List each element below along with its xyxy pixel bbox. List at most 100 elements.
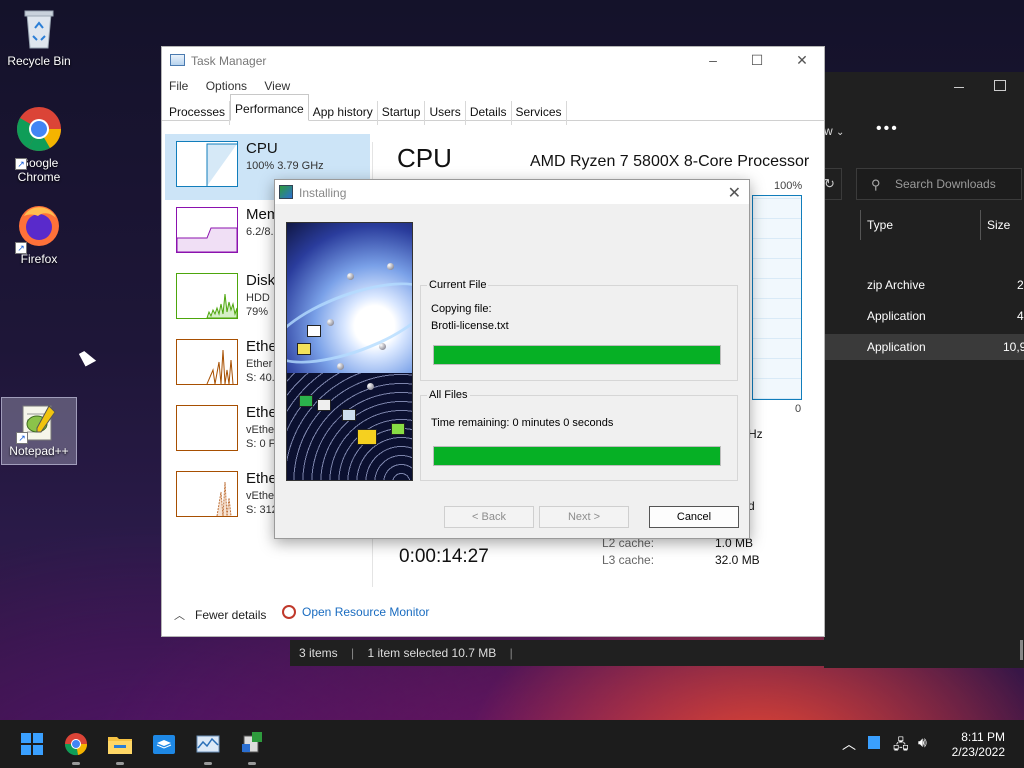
taskbar-installer[interactable] bbox=[236, 728, 268, 765]
maximize-icon[interactable] bbox=[994, 80, 1006, 91]
desktop-icon-notepadpp[interactable]: ↗ Notepad++ bbox=[1, 397, 77, 465]
copying-label: Copying file: bbox=[431, 303, 492, 315]
menu-file[interactable]: File bbox=[169, 79, 188, 93]
tab-processes[interactable]: Processes bbox=[165, 101, 231, 125]
all-files-progress-fill bbox=[434, 447, 720, 465]
open-resource-monitor-link[interactable]: Open Resource Monitor bbox=[282, 605, 429, 619]
sidebar-detail: vEthe bbox=[246, 424, 275, 436]
close-icon[interactable]: ✕ bbox=[728, 183, 741, 203]
clock[interactable]: 8:11 PM 2/23/2022 bbox=[952, 730, 1005, 760]
taskbar-chrome[interactable] bbox=[60, 728, 92, 765]
column-header-type[interactable]: Type bbox=[860, 210, 978, 240]
page-title: CPU bbox=[397, 143, 452, 173]
menu-options[interactable]: Options bbox=[206, 79, 247, 93]
start-button[interactable] bbox=[16, 728, 48, 760]
network-icon[interactable]: 🖧 bbox=[893, 734, 909, 758]
column-header-size[interactable]: Size bbox=[980, 210, 1024, 240]
windows-start-icon bbox=[21, 733, 43, 755]
sidebar-name: Ethe bbox=[246, 470, 277, 487]
file-explorer-window: w ⌄ ••• bbox=[824, 72, 1024, 668]
next-button[interactable]: Next > bbox=[539, 506, 629, 528]
more-options-button[interactable]: ••• bbox=[876, 120, 899, 138]
desktop-icon-label: Google Chrome bbox=[17, 156, 61, 184]
tab-performance[interactable]: Performance bbox=[230, 94, 309, 121]
uptime-value: 0:00:14:27 bbox=[399, 546, 489, 567]
running-indicator bbox=[116, 762, 124, 765]
running-indicator bbox=[248, 762, 256, 765]
file-row-size: 4 bbox=[1017, 309, 1024, 323]
current-file-progress-fill bbox=[434, 346, 720, 364]
desktop-icon-label: Recycle Bin bbox=[7, 54, 71, 68]
all-files-legend: All Files bbox=[429, 389, 468, 401]
minimize-button[interactable]: – bbox=[698, 52, 728, 70]
file-row-type[interactable]: Application bbox=[867, 340, 926, 354]
tab-app-history[interactable]: App history bbox=[309, 101, 378, 125]
cpu-model: AMD Ryzen 7 5800X 8-Core Processor bbox=[530, 153, 810, 170]
graph-min-label: 0 bbox=[795, 403, 802, 415]
folder-icon bbox=[108, 737, 132, 754]
chevron-up-icon: ︿ bbox=[174, 610, 185, 622]
task-manager-icon bbox=[170, 54, 185, 66]
sidebar-name: Disk bbox=[246, 272, 276, 289]
chrome-icon bbox=[64, 733, 88, 756]
view-menu[interactable]: w ⌄ bbox=[824, 124, 844, 138]
status-item-count: 3 items bbox=[299, 646, 338, 660]
close-button[interactable]: ✕ bbox=[787, 52, 817, 70]
taskbar-store[interactable] bbox=[148, 728, 180, 760]
open-resource-monitor-label: Open Resource Monitor bbox=[302, 605, 430, 619]
taskbar-file-explorer[interactable] bbox=[104, 728, 136, 765]
file-row-type[interactable]: Application bbox=[867, 309, 926, 323]
desktop-icon-recycle-bin[interactable]: Recycle Bin bbox=[1, 6, 77, 76]
desktop-icon-label: Firefox bbox=[20, 252, 58, 266]
search-placeholder: Search Downloads bbox=[895, 177, 996, 191]
installer-artwork bbox=[286, 222, 413, 481]
tray-app-icon[interactable] bbox=[868, 736, 880, 749]
installing-dialog: Installing ✕ Current File Copying file: … bbox=[274, 179, 750, 539]
menu-view[interactable]: View bbox=[264, 79, 290, 93]
minimize-icon[interactable] bbox=[954, 87, 964, 88]
search-icon: ⚲ bbox=[871, 177, 881, 192]
window-title: Task Manager bbox=[191, 54, 267, 68]
file-row-size: 2 bbox=[1017, 278, 1024, 292]
title-bar[interactable]: Task Manager – ☐ ✕ bbox=[162, 47, 824, 75]
dialog-title: Installing bbox=[299, 186, 347, 200]
explorer-status-bar: 3 items | 1 item selected 10.7 MB | bbox=[290, 640, 1024, 666]
refresh-button[interactable]: ↻ bbox=[824, 168, 842, 200]
fewer-details-button[interactable]: ︿ Fewer details bbox=[174, 607, 266, 623]
tab-details[interactable]: Details bbox=[466, 101, 512, 125]
running-indicator bbox=[72, 762, 80, 765]
volume-icon[interactable]: 🔊︎ bbox=[918, 734, 927, 751]
sidebar-detail: 100% 3.79 GHz bbox=[246, 160, 324, 172]
status-selection: 1 item selected 10.7 MB bbox=[367, 646, 497, 660]
speed-value-partial: Hz bbox=[748, 427, 763, 441]
search-input[interactable]: ⚲ Search Downloads bbox=[856, 168, 1022, 200]
tab-services[interactable]: Services bbox=[512, 101, 567, 125]
installer-icon bbox=[279, 185, 293, 199]
show-hidden-icons-chevron-up-icon[interactable]: ︿ bbox=[842, 734, 856, 754]
desktop-icon-firefox[interactable]: ↗ Firefox bbox=[1, 202, 77, 268]
disk-thumbnail-graph bbox=[176, 273, 238, 319]
time-remaining: Time remaining: 0 minutes 0 seconds bbox=[431, 417, 614, 429]
store-icon bbox=[153, 735, 175, 754]
sidebar-name: CPU bbox=[246, 140, 278, 157]
all-files-group: All Files Time remaining: 0 minutes 0 se… bbox=[420, 389, 738, 481]
dialog-title-bar[interactable]: Installing ✕ bbox=[275, 180, 749, 204]
installer-icon bbox=[242, 732, 262, 753]
recycle-bin-icon bbox=[24, 10, 54, 49]
file-row-size: 10,9 bbox=[1003, 340, 1024, 354]
tab-startup[interactable]: Startup bbox=[378, 101, 426, 125]
sidebar-name: Ethe bbox=[246, 404, 277, 421]
memory-thumbnail-graph bbox=[176, 207, 238, 253]
clock-time: 8:11 PM bbox=[961, 730, 1005, 744]
sidebar-detail: S: 0 F bbox=[246, 438, 276, 450]
maximize-button[interactable]: ☐ bbox=[742, 52, 772, 70]
current-file-progress-bar bbox=[433, 345, 721, 365]
file-row-type[interactable]: zip Archive bbox=[867, 278, 925, 292]
back-button[interactable]: < Back bbox=[444, 506, 534, 528]
cancel-button[interactable]: Cancel bbox=[649, 506, 739, 528]
desktop-icon-chrome[interactable]: ↗ Google Chrome bbox=[1, 106, 77, 188]
taskbar-task-manager[interactable] bbox=[192, 728, 224, 765]
scrollbar-thumb[interactable] bbox=[1020, 640, 1023, 660]
tab-users[interactable]: Users bbox=[425, 101, 466, 125]
l3-cache-value: 32.0 MB bbox=[715, 553, 760, 567]
